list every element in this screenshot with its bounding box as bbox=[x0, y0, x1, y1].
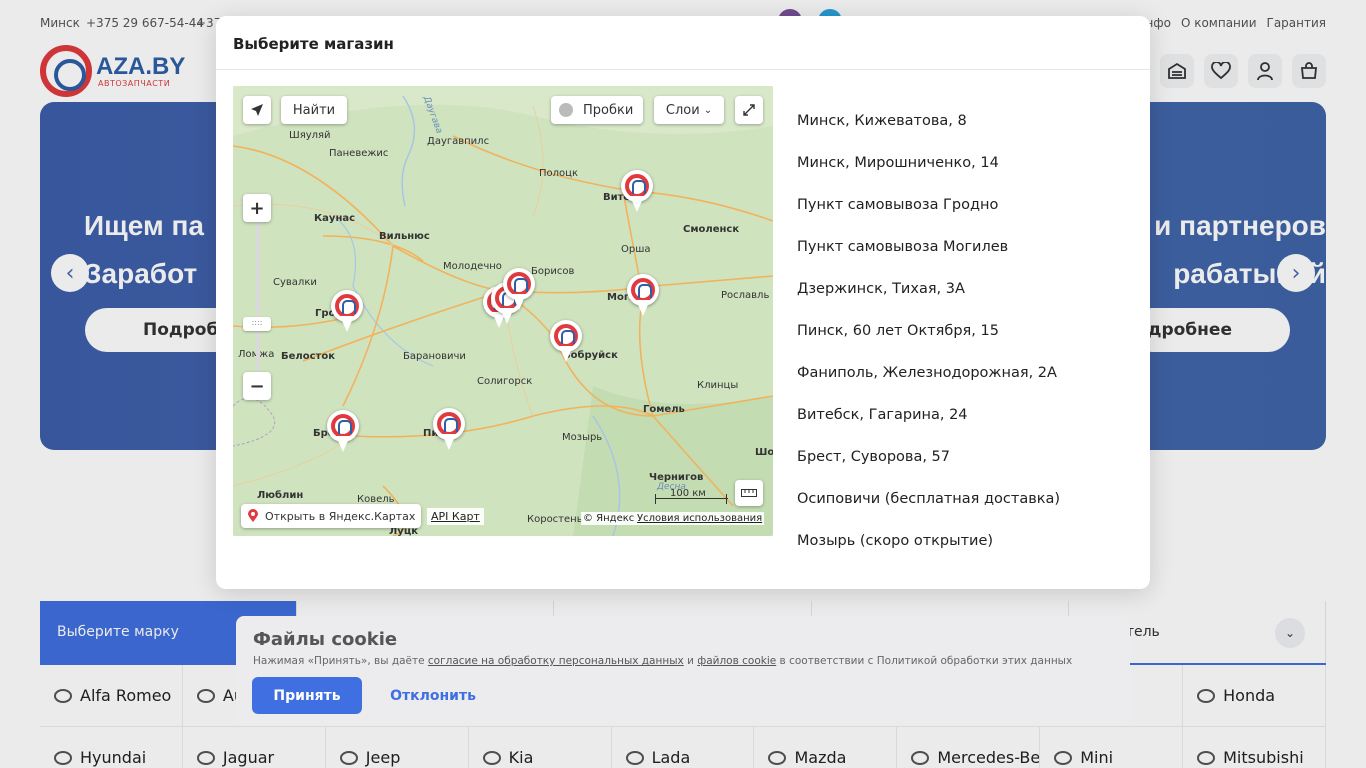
map-terms-link[interactable]: Условия использования bbox=[635, 512, 765, 525]
map-city-label: Шяуляй bbox=[289, 130, 331, 141]
layers-label: Слои bbox=[665, 102, 700, 118]
map-city-label: Гомель bbox=[643, 404, 685, 415]
store-item[interactable]: Минск, Мирошниченко, 14 bbox=[797, 154, 1117, 196]
map-city-label: Люблин bbox=[257, 490, 304, 501]
store-marker[interactable] bbox=[327, 410, 359, 454]
map-city-label: Орша bbox=[621, 244, 651, 255]
map-city-label: Вильнюс bbox=[379, 231, 430, 242]
map-city-label: Смоленск bbox=[683, 224, 740, 235]
open-in-yandex-link[interactable]: Открыть в Яндекс.Картах bbox=[241, 504, 421, 528]
map-city-label: Мозырь bbox=[562, 432, 603, 443]
map-city-label: Белосток bbox=[281, 351, 335, 362]
zoom-out-button[interactable]: − bbox=[243, 372, 271, 400]
accept-cookies-button[interactable]: Принять bbox=[252, 677, 362, 714]
cookie-files-link[interactable]: файлов cookie bbox=[697, 655, 776, 667]
map-city-label: Паневежис bbox=[329, 148, 389, 159]
store-item[interactable]: Осиповичи (бесплатная доставка) bbox=[797, 490, 1117, 532]
map-city-label: Полоцк bbox=[539, 168, 578, 179]
map-city-label: Борисов bbox=[531, 266, 575, 277]
map-city-label: Шос bbox=[755, 447, 773, 458]
store-item[interactable]: Фаниполь, Железнодорожная, 2А bbox=[797, 364, 1117, 406]
cookie-text: Нажимая «Принять», вы даёте согласие на … bbox=[253, 655, 1072, 667]
store-list: Минск, Кижеватова, 8 Минск, Мирошниченко… bbox=[797, 112, 1117, 574]
zoom-slider-track[interactable] bbox=[256, 221, 260, 371]
map-city-label: Даугавпилс bbox=[427, 136, 490, 147]
map-city-label: Сувалки bbox=[273, 277, 317, 288]
layers-button[interactable]: Слои ⌄ bbox=[654, 96, 724, 124]
modal-title: Выберите магазин bbox=[233, 35, 394, 53]
cookie-text-part: и bbox=[683, 655, 698, 667]
map-city-label: Рославль bbox=[721, 290, 770, 301]
store-item[interactable]: Минск, Кижеватова, 8 bbox=[797, 112, 1117, 154]
map-city-label: Клинцы bbox=[697, 380, 739, 391]
fullscreen-expand-icon[interactable] bbox=[735, 96, 763, 124]
zoom-in-button[interactable]: + bbox=[243, 194, 271, 222]
cookie-text-part: Нажимая «Принять», вы даёте bbox=[253, 655, 428, 667]
modal-divider bbox=[216, 69, 1150, 70]
store-marker[interactable] bbox=[550, 320, 582, 364]
map-city-label: Барановичи bbox=[403, 351, 466, 362]
store-item[interactable]: Пункт самовывоза Гродно bbox=[797, 196, 1117, 238]
store-select-modal: Выберите магазин Шяуляй Паневежис Даугав… bbox=[216, 16, 1150, 589]
traffic-label: Пробки bbox=[583, 102, 634, 118]
store-item[interactable]: Мозырь (скоро открытие) bbox=[797, 532, 1117, 574]
store-marker[interactable] bbox=[433, 408, 465, 452]
store-item[interactable]: Дзержинск, Тихая, 3А bbox=[797, 280, 1117, 322]
reject-cookies-button[interactable]: Отклонить bbox=[376, 677, 490, 714]
store-map[interactable]: Шяуляй Паневежис Даугавпилс Полоцк Вите … bbox=[233, 86, 773, 536]
geolocation-arrow-icon[interactable] bbox=[243, 96, 271, 124]
map-city-label: Коростень bbox=[527, 514, 583, 525]
map-pin-icon bbox=[248, 509, 258, 522]
traffic-light-icon bbox=[559, 103, 573, 117]
store-item[interactable]: Пункт самовывоза Могилев bbox=[797, 238, 1117, 280]
map-scale-label: 100 км bbox=[670, 488, 706, 499]
ruler-icon[interactable] bbox=[735, 480, 763, 506]
store-marker[interactable] bbox=[331, 290, 363, 334]
store-item[interactable]: Брест, Суворова, 57 bbox=[797, 448, 1117, 490]
store-marker[interactable] bbox=[627, 274, 659, 318]
personal-data-consent-link[interactable]: согласие на обработку персональных данны… bbox=[428, 655, 684, 667]
map-city-label: Каунас bbox=[314, 213, 356, 224]
chevron-down-icon: ⌄ bbox=[703, 104, 713, 116]
map-copyright: © Яндекс bbox=[581, 512, 637, 525]
store-marker[interactable] bbox=[621, 170, 653, 214]
zoom-slider-handle[interactable]: :::: bbox=[243, 317, 271, 331]
cookie-title: Файлы cookie bbox=[253, 629, 398, 650]
api-maps-link[interactable]: API Карт bbox=[427, 508, 484, 525]
cookie-banner: Файлы cookie Нажимая «Принять», вы даёте… bbox=[236, 616, 1130, 726]
cookie-text-part: в соответствии с Политикой обработки эти… bbox=[776, 655, 1073, 667]
store-item[interactable]: Витебск, Гагарина, 24 bbox=[797, 406, 1117, 448]
map-find-button[interactable]: Найти bbox=[281, 96, 347, 124]
open-in-yandex-label: Открыть в Яндекс.Картах bbox=[265, 509, 416, 523]
map-city-label: Солигорск bbox=[477, 376, 533, 387]
store-marker[interactable] bbox=[503, 268, 535, 312]
store-item[interactable]: Пинск, 60 лет Октября, 15 bbox=[797, 322, 1117, 364]
map-city-label: Молодечно bbox=[443, 261, 502, 272]
traffic-button[interactable]: Пробки bbox=[551, 96, 643, 124]
